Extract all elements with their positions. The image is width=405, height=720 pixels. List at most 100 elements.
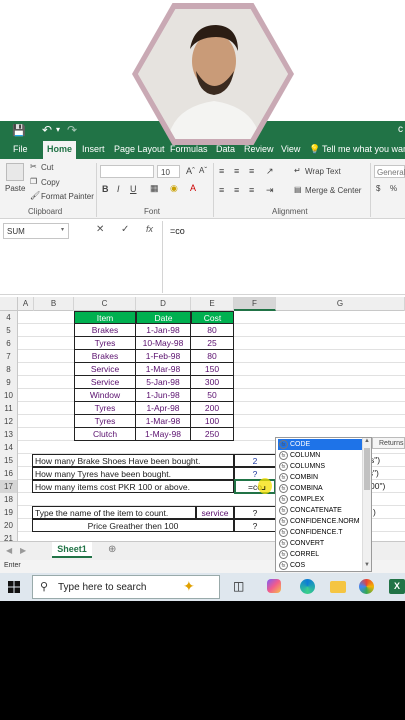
grow-font-icon[interactable]: Aˆ: [186, 166, 195, 176]
percent-icon[interactable]: %: [390, 184, 397, 193]
row-header[interactable]: 6: [0, 337, 18, 350]
paste-icon[interactable]: [6, 163, 24, 181]
row-header[interactable]: 12: [0, 415, 18, 428]
table-cell-item[interactable]: Brakes: [74, 350, 136, 363]
merge-center-button[interactable]: Merge & Center: [305, 186, 361, 195]
prev-sheet-icon[interactable]: ◀: [6, 546, 12, 555]
criteria-cell[interactable]: service: [196, 506, 234, 519]
tab-view[interactable]: View: [281, 144, 300, 154]
table-cell-item[interactable]: Tyres: [74, 337, 136, 350]
align-center-icon[interactable]: ≡: [234, 185, 239, 195]
row-header[interactable]: 20: [0, 519, 18, 532]
table-cell-cost[interactable]: 100: [191, 415, 234, 428]
question-cell[interactable]: How many Brake Shoes Have been bought.: [32, 454, 234, 467]
copy-button[interactable]: Copy: [41, 178, 60, 187]
paste-button[interactable]: Paste: [5, 184, 25, 193]
autocomplete-item[interactable]: fx COS: [278, 560, 362, 571]
tab-file[interactable]: File: [13, 144, 28, 154]
row-header[interactable]: 7: [0, 350, 18, 363]
edge-icon[interactable]: [300, 579, 315, 594]
align-left-icon[interactable]: ≡: [219, 185, 224, 195]
table-cell-cost[interactable]: 200: [191, 402, 234, 415]
shrink-font-icon[interactable]: Aˇ: [199, 166, 207, 175]
column-header-c[interactable]: C: [74, 297, 136, 311]
table-cell-item[interactable]: Tyres: [74, 415, 136, 428]
scroll-up-icon[interactable]: ▲: [364, 438, 370, 444]
undo-dropdown-icon[interactable]: ▾: [56, 125, 60, 134]
formula-fragment[interactable]: ): [373, 506, 393, 519]
question-cell[interactable]: Price Greather then 100: [32, 519, 234, 532]
add-sheet-icon[interactable]: ⊕: [108, 544, 116, 555]
table-header-item[interactable]: Item: [74, 311, 136, 324]
table-cell-cost[interactable]: 80: [191, 350, 234, 363]
select-all-corner[interactable]: [0, 297, 18, 311]
table-cell-cost[interactable]: 150: [191, 363, 234, 376]
align-middle-icon[interactable]: ≡: [234, 166, 239, 176]
windows-start-icon[interactable]: [8, 581, 20, 593]
table-cell-cost[interactable]: 80: [191, 324, 234, 337]
wrap-text-button[interactable]: Wrap Text: [305, 167, 341, 176]
cut-icon[interactable]: ✂: [30, 162, 37, 171]
tab-review[interactable]: Review: [244, 144, 274, 154]
answer-cell[interactable]: ?: [234, 506, 276, 519]
align-top-icon[interactable]: ≡: [219, 166, 224, 176]
tell-me-box[interactable]: Tell me what you want t: [322, 144, 405, 154]
borders-icon[interactable]: ▦: [150, 183, 159, 194]
autocomplete-item[interactable]: fx COLUMNS: [278, 461, 362, 472]
autocomplete-item[interactable]: fx CORREL: [278, 549, 362, 560]
tab-home[interactable]: Home: [43, 141, 77, 159]
row-header[interactable]: 21: [0, 532, 18, 543]
table-header-date[interactable]: Date: [136, 311, 191, 324]
wrap-icon[interactable]: ↵: [294, 166, 301, 175]
row-header[interactable]: 15: [0, 454, 18, 467]
autocomplete-item-selected[interactable]: fx CODE: [278, 439, 362, 450]
currency-icon[interactable]: $: [376, 184, 380, 193]
fill-color-icon[interactable]: ◉: [170, 183, 178, 194]
table-cell-date[interactable]: 5-Jan-98: [136, 376, 191, 389]
table-cell-item[interactable]: Service: [74, 376, 136, 389]
question-cell[interactable]: How many items cost PKR 100 or above.: [32, 480, 234, 493]
row-header[interactable]: 4: [0, 311, 18, 324]
answer-cell[interactable]: ?: [234, 519, 276, 532]
insert-function-icon[interactable]: fx: [146, 224, 153, 234]
autocomplete-item[interactable]: fx COMBIN: [278, 472, 362, 483]
row-header[interactable]: 19: [0, 506, 18, 519]
row-header[interactable]: 8: [0, 363, 18, 376]
autocomplete-item[interactable]: fx CONFIDENCE.NORM: [278, 516, 362, 527]
scroll-down-icon[interactable]: ▼: [364, 562, 370, 568]
column-header-e[interactable]: E: [191, 297, 234, 311]
row-header[interactable]: 18: [0, 493, 18, 506]
table-cell-cost[interactable]: 50: [191, 389, 234, 402]
tab-formulas[interactable]: Formulas: [170, 144, 208, 154]
row-header[interactable]: 14: [0, 441, 18, 454]
row-header[interactable]: 5: [0, 324, 18, 337]
column-header-g[interactable]: G: [276, 297, 405, 311]
table-cell-cost[interactable]: 250: [191, 428, 234, 441]
row-header[interactable]: 11: [0, 402, 18, 415]
row-header[interactable]: 10: [0, 389, 18, 402]
indent-icon[interactable]: ⇥: [266, 185, 274, 196]
table-cell-item[interactable]: Brakes: [74, 324, 136, 337]
table-cell-date[interactable]: 1-Mar-98: [136, 415, 191, 428]
copy-icon[interactable]: ❐: [30, 177, 37, 186]
taskbar-search-box[interactable]: ⚲ Type here to search ✦: [32, 575, 220, 599]
autocomplete-item[interactable]: fx COLUMN: [278, 450, 362, 461]
save-icon[interactable]: 💾: [12, 124, 26, 137]
task-view-icon[interactable]: ◫: [233, 579, 244, 593]
autocomplete-item[interactable]: fx CONCATENATE: [278, 505, 362, 516]
row-header[interactable]: 9: [0, 376, 18, 389]
autocomplete-item[interactable]: fx COMBINA: [278, 483, 362, 494]
bold-icon[interactable]: B: [102, 184, 109, 194]
table-cell-date[interactable]: 1-Apr-98: [136, 402, 191, 415]
autocomplete-scrollbar[interactable]: ▲ ▼: [362, 438, 371, 571]
cancel-icon[interactable]: ✕: [96, 224, 104, 235]
row-header[interactable]: 13: [0, 428, 18, 441]
column-header-b[interactable]: B: [34, 297, 74, 311]
formula-input[interactable]: =co: [170, 226, 185, 236]
column-header-a[interactable]: A: [18, 297, 34, 311]
file-explorer-icon[interactable]: [330, 581, 346, 593]
table-cell-date[interactable]: 10-May-98: [136, 337, 191, 350]
table-cell-item[interactable]: Window: [74, 389, 136, 402]
format-painter-icon[interactable]: 🖌: [30, 191, 40, 200]
scroll-thumb[interactable]: [364, 448, 370, 490]
